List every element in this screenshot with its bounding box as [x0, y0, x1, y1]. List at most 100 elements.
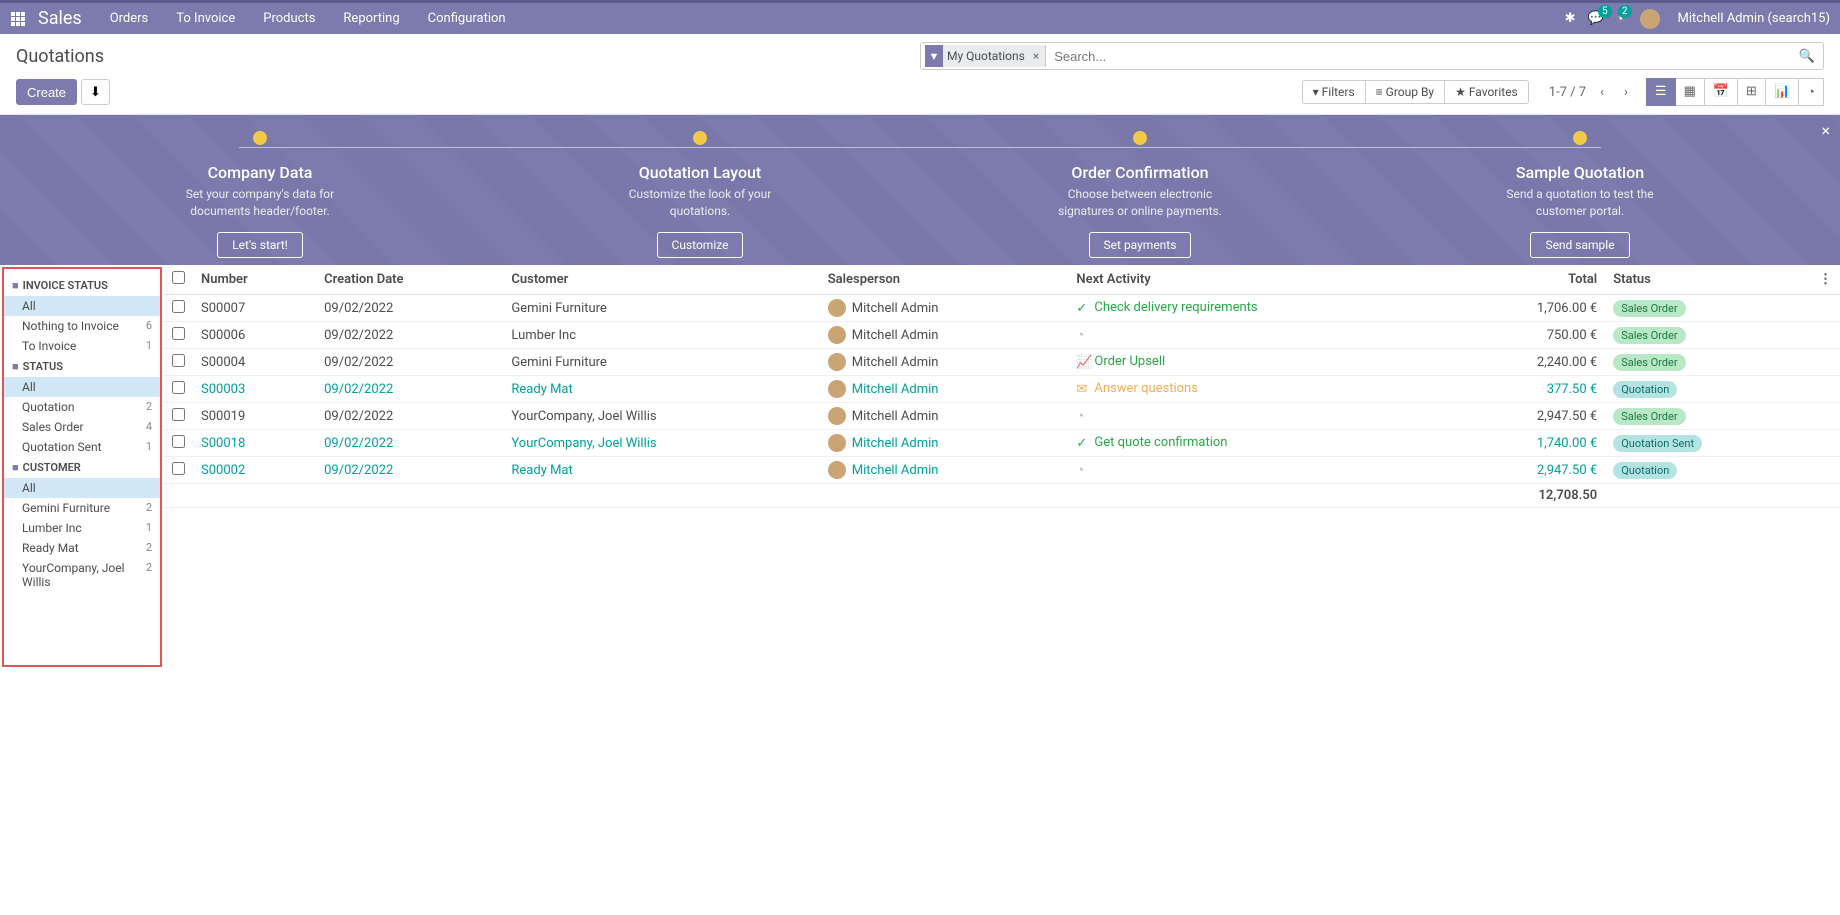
nav-reporting[interactable]: Reporting — [343, 11, 399, 26]
step-title: Order Confirmation — [920, 163, 1360, 182]
col-next-activity[interactable]: Next Activity — [1068, 265, 1455, 295]
nav-orders[interactable]: Orders — [110, 11, 149, 26]
top-navbar: Sales Orders To Invoice Products Reporting C… — [0, 0, 1840, 34]
user-avatar[interactable] — [1640, 9, 1660, 29]
row-checkbox[interactable] — [172, 435, 185, 448]
cell-number: S00018 — [193, 430, 316, 457]
view-list-icon[interactable]: ☰ — [1646, 78, 1676, 106]
search-box[interactable]: ▼ My Quotations × 🔍 — [920, 42, 1824, 70]
facet-remove-icon[interactable]: × — [1029, 49, 1043, 63]
table-row[interactable]: S00018 09/02/2022 YourCompany, Joel Will… — [164, 430, 1840, 457]
cell-date: 09/02/2022 — [316, 376, 503, 403]
create-button[interactable]: Create — [16, 79, 77, 105]
cell-salesperson: Mitchell Admin — [820, 349, 1069, 376]
col-total[interactable]: Total — [1455, 265, 1605, 295]
view-pivot-icon[interactable]: ⊞ — [1738, 78, 1766, 106]
sidebar-group-header[interactable]: ■ INVOICE STATUS — [4, 275, 160, 296]
sidebar-item[interactable]: All — [4, 377, 160, 397]
sidebar-item-label: Sales Order — [22, 420, 84, 434]
col-options-icon[interactable]: ⋮ — [1811, 265, 1840, 295]
activities-icon[interactable]: ◔2 — [1616, 11, 1624, 27]
row-checkbox[interactable] — [172, 354, 185, 367]
cell-date: 09/02/2022 — [316, 322, 503, 349]
sidebar-item[interactable]: Lumber Inc1 — [4, 518, 160, 538]
table-row[interactable]: S00006 09/02/2022 Lumber Inc Mitchell Ad… — [164, 322, 1840, 349]
col-creation-date[interactable]: Creation Date — [316, 265, 503, 295]
view-activity-icon[interactable]: ◔ — [1799, 78, 1824, 106]
download-button[interactable]: ⬇ — [81, 79, 110, 105]
sidebar-item[interactable]: All — [4, 296, 160, 316]
cell-number: S00006 — [193, 322, 316, 349]
col-number[interactable]: Number — [193, 265, 316, 295]
sidebar-item-label: YourCompany, Joel Willis — [22, 561, 146, 589]
row-checkbox[interactable] — [172, 408, 185, 421]
nav-configuration[interactable]: Configuration — [428, 11, 506, 26]
row-checkbox[interactable] — [172, 462, 185, 475]
cell-total: 2,947.50 € — [1455, 457, 1605, 484]
table-row[interactable]: S00019 09/02/2022 YourCompany, Joel Will… — [164, 403, 1840, 430]
filter-icon: ▼ — [925, 45, 943, 67]
col-status[interactable]: Status — [1605, 265, 1811, 295]
cell-customer: YourCompany, Joel Willis — [503, 430, 819, 457]
pager-prev-icon[interactable]: ‹ — [1594, 81, 1610, 104]
activities-badge: 2 — [1618, 5, 1632, 18]
sidebar-item-count: 2 — [146, 561, 152, 589]
sidebar-item-label: All — [22, 299, 36, 313]
col-salesperson[interactable]: Salesperson — [820, 265, 1069, 295]
step-button[interactable]: Let's start! — [217, 232, 303, 258]
nav-products[interactable]: Products — [263, 11, 315, 26]
row-checkbox[interactable] — [172, 381, 185, 394]
apps-icon[interactable] — [10, 11, 26, 27]
pager-next-icon[interactable]: › — [1618, 81, 1634, 104]
filters-dropdown[interactable]: ▾ Filters — [1302, 80, 1366, 104]
sidebar-group-header[interactable]: ■ CUSTOMER — [4, 457, 160, 478]
nav-to-invoice[interactable]: To Invoice — [176, 11, 235, 26]
step-button[interactable]: Send sample — [1530, 232, 1629, 258]
cell-total: 377.50 € — [1455, 376, 1605, 403]
step-desc: Customize the look of your quotations. — [600, 186, 800, 220]
activity-icon[interactable]: ✓ — [1076, 436, 1090, 451]
view-calendar-icon[interactable]: 📅 — [1705, 78, 1738, 106]
table-row[interactable]: S00004 09/02/2022 Gemini Furniture Mitch… — [164, 349, 1840, 376]
table-row[interactable]: S00002 09/02/2022 Ready Mat Mitchell Adm… — [164, 457, 1840, 484]
step-button[interactable]: Set payments — [1089, 232, 1192, 258]
sidebar-item[interactable]: All — [4, 478, 160, 498]
sidebar-group-header[interactable]: ■ STATUS — [4, 356, 160, 377]
sidebar-item[interactable]: Ready Mat2 — [4, 538, 160, 558]
brand-label[interactable]: Sales — [38, 8, 82, 29]
view-kanban-icon[interactable]: ▦ — [1676, 78, 1705, 106]
groupby-dropdown[interactable]: ≡ Group By — [1366, 80, 1445, 104]
favorites-dropdown[interactable]: ★ Favorites — [1445, 80, 1529, 104]
table-row[interactable]: S00003 09/02/2022 Ready Mat Mitchell Adm… — [164, 376, 1840, 403]
sidebar-item[interactable]: Gemini Furniture2 — [4, 498, 160, 518]
activity-icon[interactable]: ✓ — [1076, 301, 1090, 316]
search-input[interactable] — [1048, 49, 1793, 64]
col-customer[interactable]: Customer — [503, 265, 819, 295]
sidebar-item[interactable]: Quotation Sent1 — [4, 437, 160, 457]
folder-icon: ■ — [12, 360, 19, 373]
row-checkbox[interactable] — [172, 300, 185, 313]
sidebar-item[interactable]: Sales Order4 — [4, 417, 160, 437]
bug-icon[interactable]: ✱ — [1565, 11, 1576, 26]
user-name[interactable]: Mitchell Admin (search15) — [1678, 11, 1830, 26]
activity-icon[interactable]: ✉ — [1076, 382, 1090, 397]
row-checkbox[interactable] — [172, 327, 185, 340]
table-row[interactable]: S00007 09/02/2022 Gemini Furniture Mitch… — [164, 295, 1840, 322]
activity-icon[interactable]: ◔ — [1076, 327, 1090, 343]
view-graph-icon[interactable]: 📊 — [1766, 78, 1799, 106]
sidebar-item[interactable]: Nothing to Invoice6 — [4, 316, 160, 336]
activity-icon[interactable]: ◔ — [1076, 462, 1090, 478]
sidebar-item[interactable]: Quotation2 — [4, 397, 160, 417]
step-button[interactable]: Customize — [657, 232, 744, 258]
select-all-checkbox[interactable] — [172, 271, 185, 284]
activity-icon[interactable]: ◔ — [1076, 408, 1090, 424]
avatar-icon — [828, 434, 846, 452]
cell-number: S00007 — [193, 295, 316, 322]
messages-icon[interactable]: 💬5 — [1587, 11, 1603, 26]
activity-icon[interactable]: 📈 — [1076, 355, 1090, 370]
sidebar-item-count: 2 — [146, 541, 152, 555]
step-desc: Set your company's data for documents he… — [160, 186, 360, 220]
sidebar-item[interactable]: YourCompany, Joel Willis2 — [4, 558, 160, 592]
sidebar-item[interactable]: To Invoice1 — [4, 336, 160, 356]
search-icon[interactable]: 🔍 — [1793, 49, 1821, 64]
